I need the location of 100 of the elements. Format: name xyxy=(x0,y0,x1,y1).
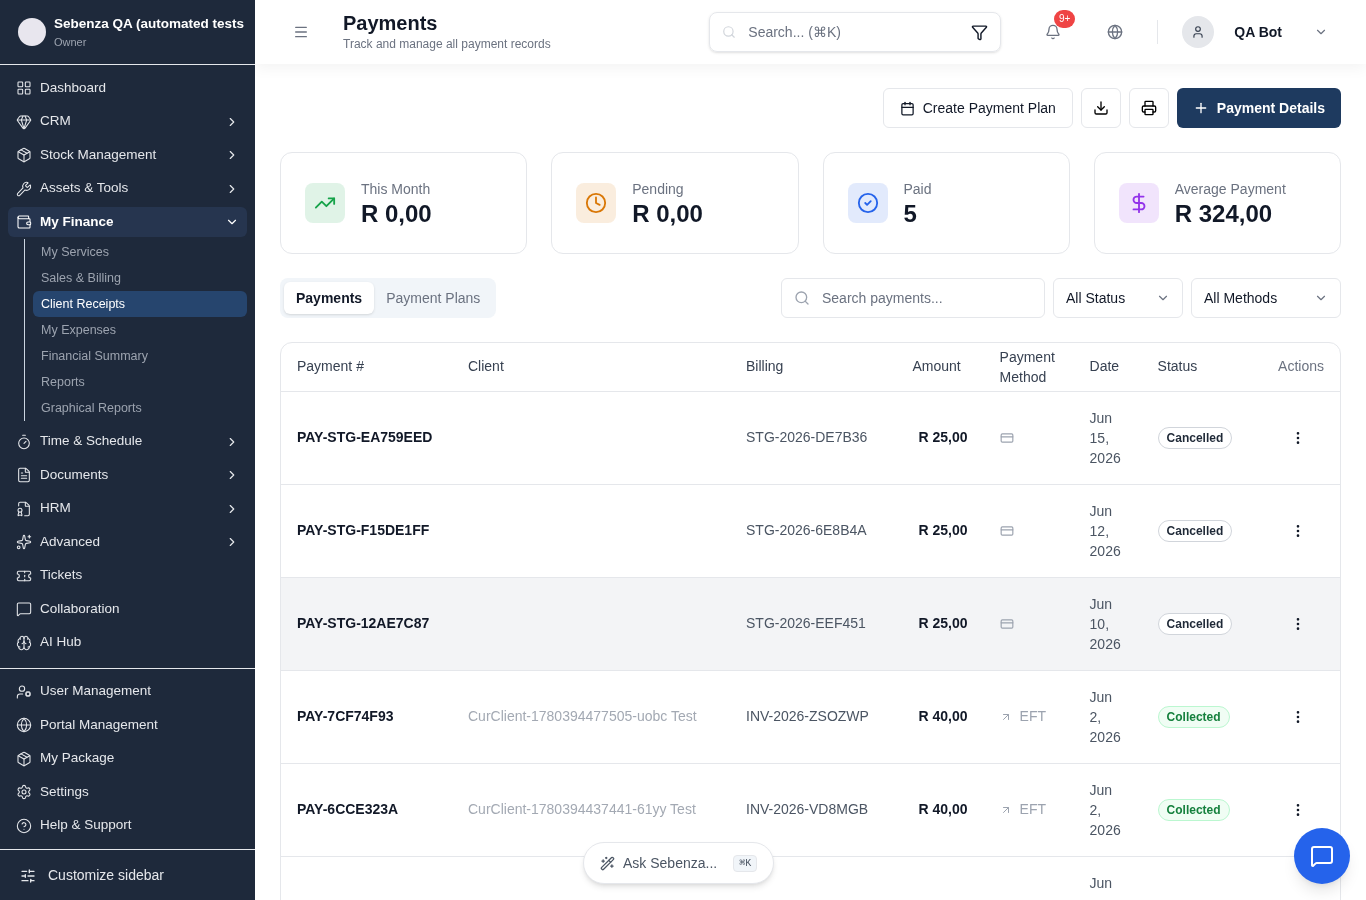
table-cell-text: Jun 12, 2026 xyxy=(1089,501,1122,561)
table-row[interactable]: PAY-7CF74F93 CurClient-1780394477505-uobc Test INV-2026-ZSOZWP R 40,00 EFT Jun 2, 2026 Collected xyxy=(281,670,1340,763)
check-circle-icon xyxy=(856,192,879,214)
table-cell: R 40,00 xyxy=(918,708,968,724)
sliders-icon xyxy=(20,867,36,884)
stat-value: 5 xyxy=(903,199,918,228)
column-header: Payment # xyxy=(281,343,452,391)
table-cell: R 25,00 xyxy=(918,615,968,631)
sidebar-item[interactable]: AI Hub xyxy=(8,627,247,658)
table-cell: PAY-6CCE323A xyxy=(297,801,399,817)
filter-icon[interactable] xyxy=(971,23,989,41)
table-cell: INV-2026-VD8MGB xyxy=(746,801,869,817)
table-cell-text: EFT xyxy=(1019,800,1047,819)
status-badge: Collected xyxy=(1157,705,1230,728)
search-icon xyxy=(722,25,737,39)
column-header: Amount xyxy=(896,343,984,391)
sidebar-item[interactable]: Time & Schedule xyxy=(8,426,247,457)
sidebar-item[interactable]: HRM xyxy=(8,493,247,524)
status-dropdown[interactable]: All Status xyxy=(1053,278,1183,318)
box-icon xyxy=(16,147,32,163)
user-name[interactable]: QA Bot xyxy=(1234,21,1282,43)
sidebar-item[interactable]: My Package xyxy=(8,743,247,774)
assistant-label: Ask Sebenza... xyxy=(623,853,718,873)
payment-search-box[interactable]: Search payments... xyxy=(781,278,1045,318)
chat-icon xyxy=(16,601,32,617)
avatar xyxy=(18,18,46,46)
brain-icon xyxy=(16,634,32,651)
table-cell: R 25,00 xyxy=(918,522,968,538)
method-dropdown[interactable]: All Methods xyxy=(1191,278,1341,318)
status-badge: Cancelled xyxy=(1157,612,1233,635)
sidebar-subitem[interactable]: Graphical Reports xyxy=(33,395,247,421)
table-cell: INV-2026-ZSOZWP xyxy=(746,708,869,724)
sidebar-item[interactable]: Settings xyxy=(8,777,247,807)
table-cell: CurClient-1780394477505-uobc Test xyxy=(468,708,697,724)
table-cell: PAY-STG-12AE7C87 xyxy=(297,615,430,631)
stat-label: Pending xyxy=(632,179,685,199)
sidebar-subitem[interactable]: My Services xyxy=(33,239,247,265)
customize-sidebar-button[interactable]: Customize sidebar xyxy=(8,859,247,892)
sidebar-item[interactable]: User Management xyxy=(8,676,247,707)
wrench-icon xyxy=(16,180,32,197)
sparkles-icon xyxy=(600,855,615,871)
sidebar-subitem[interactable]: Reports xyxy=(33,369,247,395)
sidebar-subitem[interactable]: Client Receipts xyxy=(33,291,247,317)
table-cell: R 40,00 xyxy=(918,801,968,817)
table-cell: PAY-STG-F15DE1FF xyxy=(297,522,430,538)
table-row[interactable]: PAY-STG-F15DE1FF STG-2026-6E8B4A R 25,00 Jun 12, 2026 Cancelled xyxy=(281,484,1340,577)
chat-icon xyxy=(1310,844,1334,868)
stat-label: Paid xyxy=(903,179,932,199)
table-cell: PAY-STG-EA759EED xyxy=(297,429,433,445)
page-subtitle: Track and manage all payment records xyxy=(343,36,551,53)
global-search-box[interactable]: Search... (⌘K) xyxy=(709,12,1002,52)
table-row[interactable]: PAY-STG-EA759EED STG-2026-DE7B36 R 25,00 Jun 15, 2026 Cancelled xyxy=(281,391,1340,484)
column-header: Client xyxy=(452,343,730,391)
user-icon[interactable] xyxy=(1191,25,1206,39)
table-cell: STG-2026-6E8B4A xyxy=(746,522,867,538)
sidebar-item[interactable]: Dashboard xyxy=(8,73,247,103)
download-icon xyxy=(1092,100,1109,116)
sidebar-subitem[interactable]: My Expenses xyxy=(33,317,247,343)
table-cell-text: Jun xyxy=(1089,873,1114,893)
table-cell-text: Jun 15, 2026 xyxy=(1089,408,1122,468)
payment-search-field[interactable]: Search payments... xyxy=(822,287,1032,309)
timer-icon xyxy=(16,433,32,450)
ask-assistant-button[interactable]: Ask Sebenza... ⌘K xyxy=(583,842,775,884)
print-button[interactable] xyxy=(1128,88,1169,128)
sidebar-item[interactable]: My Finance xyxy=(8,207,247,237)
sidebar-item[interactable]: CRM xyxy=(8,106,247,137)
sidebar-item[interactable]: Portal Management xyxy=(8,710,247,740)
sidebar-item[interactable]: Assets & Tools xyxy=(8,173,247,204)
calendar-icon xyxy=(899,100,915,116)
tab[interactable]: Payments xyxy=(284,282,375,314)
stat-label: This Month xyxy=(361,179,432,199)
grid-icon xyxy=(16,80,32,96)
table-row[interactable]: PAY-6CCE323A CurClient-1780394437441-61yy Test INV-2026-VD8MGB R 40,00 EFT Jun 2, 2026 Collected xyxy=(281,763,1340,856)
download-button[interactable] xyxy=(1080,88,1121,128)
shortcut-key: ⌘K xyxy=(733,854,758,872)
sidebar-item[interactable]: Help & Support xyxy=(8,810,247,841)
document-icon xyxy=(16,467,32,483)
sidebar-item[interactable]: Collaboration xyxy=(8,594,247,624)
globe-icon xyxy=(16,717,32,733)
menu-icon[interactable] xyxy=(293,24,309,40)
status-badge: Collected xyxy=(1157,798,1230,821)
search-icon xyxy=(794,290,810,306)
sidebar-item[interactable]: Advanced xyxy=(8,527,247,557)
sidebar-subitem[interactable]: Sales & Billing xyxy=(33,265,247,291)
stat-value: R 324,00 xyxy=(1174,199,1274,228)
tab[interactable]: Payment Plans xyxy=(374,282,493,314)
sidebar-subitem[interactable]: Financial Summary xyxy=(33,343,247,369)
payment-details-button[interactable]: Payment Details xyxy=(1176,88,1341,128)
create-plan-button[interactable]: Create Payment Plan xyxy=(882,88,1073,128)
sidebar-item[interactable]: Documents xyxy=(8,460,247,490)
wallet-icon xyxy=(16,214,32,230)
settings-icon xyxy=(16,784,32,800)
document-badge-icon xyxy=(16,500,32,517)
global-search-field[interactable]: Search... (⌘K) xyxy=(748,21,960,43)
sidebar-item[interactable]: Stock Management xyxy=(8,140,247,170)
bell-icon[interactable] xyxy=(1045,24,1062,40)
column-header: Status xyxy=(1141,343,1257,391)
stat-value: R 0,00 xyxy=(361,199,432,228)
globe-icon[interactable] xyxy=(1107,24,1124,40)
sidebar-item[interactable]: Tickets xyxy=(8,560,247,591)
